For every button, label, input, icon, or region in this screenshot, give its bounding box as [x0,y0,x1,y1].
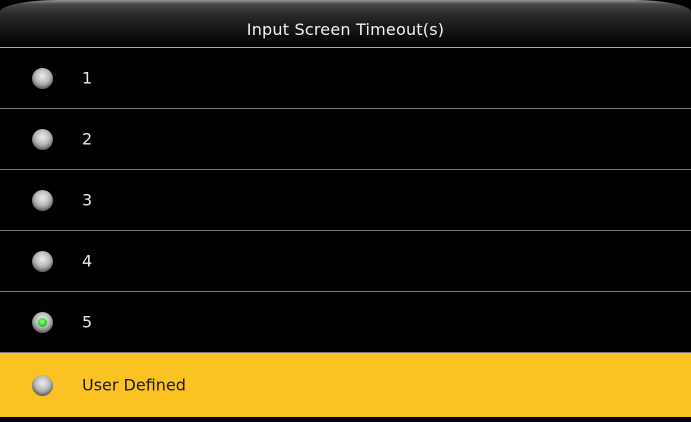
option-label: 4 [82,251,93,271]
option-1[interactable]: 1 [0,48,691,109]
option-label: 5 [82,312,93,332]
option-4[interactable]: 4 [0,231,691,292]
radio-button-icon[interactable] [32,129,53,150]
title-bar: Input Screen Timeout(s) [0,0,691,48]
radio-button-icon[interactable] [32,375,53,396]
timeout-option-list: 1 2 3 4 5 User Defined [0,48,691,417]
option-2[interactable]: 2 [0,109,691,170]
timeout-screen: Input Screen Timeout(s) 1 2 3 4 5 User D… [0,0,691,422]
radio-button-icon[interactable] [32,251,53,272]
option-user-defined[interactable]: User Defined [0,353,691,417]
option-label: 2 [82,129,93,149]
radio-button-icon[interactable] [32,190,53,211]
radio-button-icon[interactable] [32,68,53,89]
option-3[interactable]: 3 [0,170,691,231]
option-label: 3 [82,190,93,210]
page-title: Input Screen Timeout(s) [246,20,445,39]
radio-button-selected-icon[interactable] [32,312,53,333]
option-label: User Defined [82,375,186,395]
option-label: 1 [82,68,93,88]
option-5[interactable]: 5 [0,292,691,353]
